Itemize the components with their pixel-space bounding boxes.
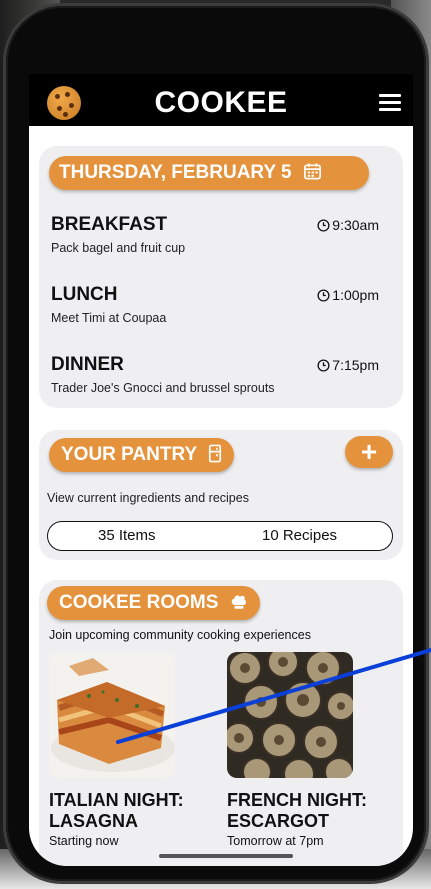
pointer-annotation [116, 648, 431, 744]
